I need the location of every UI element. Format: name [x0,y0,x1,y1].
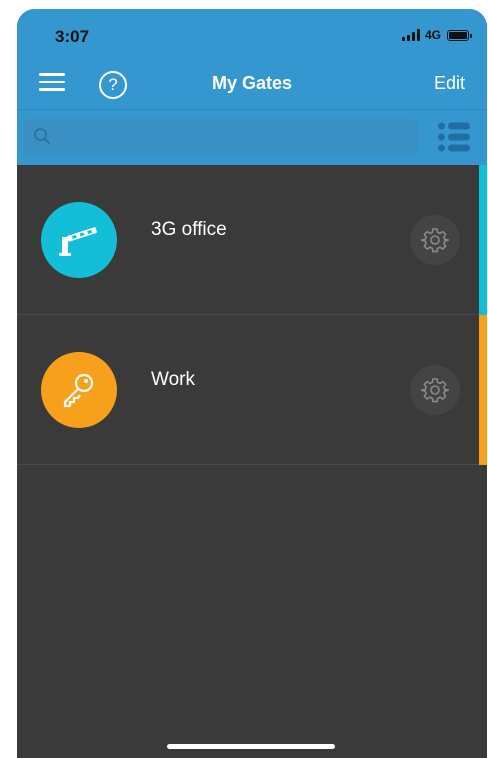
navigation-header: 3:07 4G ? My Gates Edit [17,9,487,109]
gear-icon[interactable] [410,215,460,265]
list-view-icon[interactable] [437,120,471,154]
page-title: My Gates [211,73,293,93]
network-type: 4G [424,28,441,42]
signal-icon [401,29,420,41]
status-time: 3:07 [55,27,90,46]
gate-color-accent [479,165,487,315]
search-icon [34,128,50,144]
battery-icon [447,29,472,41]
barrier-gate-icon [41,202,117,278]
search-bar [17,109,487,165]
home-indicator[interactable] [167,744,335,749]
gate-row-3g-office[interactable]: 3G office [17,165,487,315]
gate-color-accent [479,315,487,465]
gear-icon[interactable] [410,365,460,415]
gate-list: 3G office Work [17,165,487,465]
status-indicators: 4G [401,28,472,42]
search-input[interactable] [23,119,419,155]
gate-row-work[interactable]: Work [17,315,487,465]
gate-name: 3G office [151,219,227,240]
gate-name: Work [151,369,195,390]
edit-button[interactable]: Edit [434,73,465,94]
key-icon [41,352,117,428]
app-screen: 3:07 4G ? My Gates Edit 3G office Work [17,9,487,758]
